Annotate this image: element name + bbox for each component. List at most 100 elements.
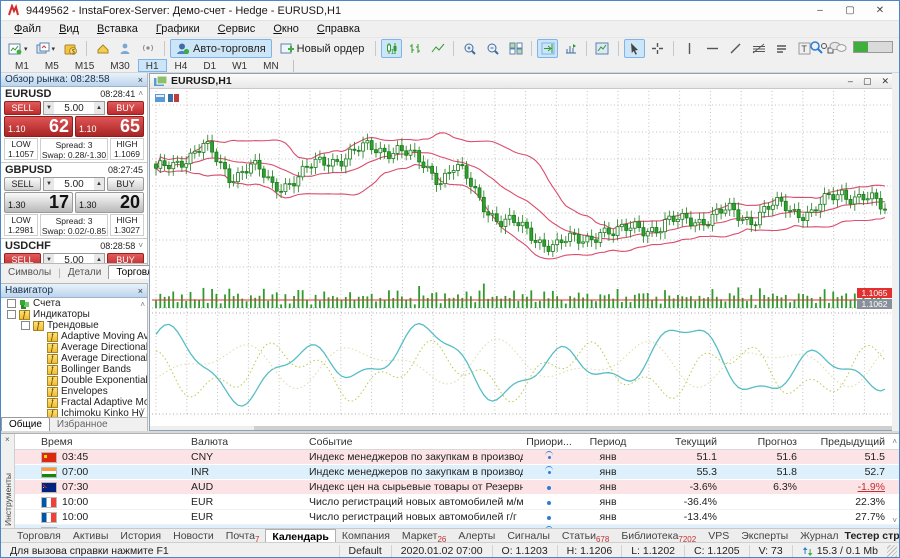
market-watch-toggle-button[interactable] [92, 39, 113, 58]
col-currency[interactable]: Валюта [191, 436, 309, 448]
stepper-up-icon[interactable]: ▲ [94, 102, 104, 114]
zoom-in-button[interactable] [459, 39, 480, 58]
price-chart[interactable] [150, 89, 893, 426]
close-button[interactable]: ✕ [865, 1, 895, 21]
data-window-button[interactable] [115, 39, 136, 58]
vertical-line-tool-button[interactable] [679, 39, 700, 58]
templates-button[interactable] [592, 39, 613, 58]
volume-value[interactable]: 5.00 [54, 102, 94, 114]
stepper-up-icon[interactable]: ▲ [94, 178, 104, 190]
timeframe-button[interactable]: H4 [167, 59, 196, 72]
tree-item[interactable]: Average Directional [1, 342, 147, 353]
minimize-button[interactable]: – [805, 1, 835, 21]
scroll-down-icon[interactable]: ˅ [140, 406, 145, 415]
bar-chart-button[interactable] [404, 39, 425, 58]
fibonacci-tool-button[interactable] [748, 39, 769, 58]
scroll-down-icon[interactable]: ˅ [138, 241, 143, 250]
tree-item[interactable]: Envelopes [1, 386, 147, 397]
col-priority[interactable]: Приори... [523, 436, 575, 448]
search-icon[interactable] [809, 40, 823, 54]
chart-canvas[interactable]: 1.1065 1.1062 [150, 89, 893, 426]
stepper-down-icon[interactable]: ▼ [44, 178, 54, 190]
new-chart-button[interactable]: ▾ [5, 39, 31, 58]
status-profile[interactable]: Default [339, 545, 391, 558]
history-center-button[interactable]: $ [60, 39, 81, 58]
ask-price-box[interactable]: 1.1065 [75, 116, 144, 137]
calendar-event-row[interactable]: 07:00 INR Индекс менеджеров по закупкам … [15, 465, 899, 480]
menu-item[interactable]: Вид [50, 22, 88, 36]
tree-item[interactable]: Average Directional [1, 353, 147, 364]
close-panel-icon[interactable]: × [138, 75, 143, 85]
timeframe-button[interactable]: M30 [102, 59, 137, 72]
tree-item[interactable]: Индикаторы [1, 309, 147, 320]
timeframe-button[interactable]: M15 [67, 59, 102, 72]
sell-button[interactable]: SELL [4, 101, 41, 115]
bottom-tab[interactable]: Журнал [794, 529, 844, 543]
timeframe-button[interactable]: M1 [7, 59, 37, 72]
chat-icon[interactable] [829, 41, 847, 54]
bottom-tab[interactable]: Библиотека7202 [615, 529, 702, 543]
bid-price-box[interactable]: 1.1062 [4, 116, 73, 137]
bottom-tab[interactable]: VPS [702, 529, 735, 543]
timeframe-button[interactable]: M5 [37, 59, 67, 72]
bottom-tab[interactable]: Маркет26 [396, 529, 452, 543]
new-order-button[interactable]: Новый ордер [274, 39, 371, 58]
col-actual[interactable]: Текущий [641, 436, 723, 448]
tree-item[interactable]: Double Exponential [1, 375, 147, 386]
bottom-tab[interactable]: Календарь [265, 529, 335, 543]
menu-item[interactable]: Справка [308, 22, 369, 36]
scroll-down-icon[interactable]: ˅ [892, 516, 897, 525]
col-event[interactable]: Событие [309, 436, 523, 448]
bottom-tab[interactable]: Сигналы [501, 529, 556, 543]
tree-expand-icon[interactable] [7, 299, 16, 308]
chart-shift-button[interactable] [537, 39, 558, 58]
col-previous[interactable]: Предыдущий [803, 436, 899, 448]
bottom-tab[interactable]: Активы [67, 529, 115, 543]
sell-button[interactable]: SELL [4, 177, 41, 191]
trendline-tool-button[interactable] [725, 39, 746, 58]
scroll-up-icon[interactable]: ˄ [138, 89, 143, 98]
tree-expand-icon[interactable] [7, 310, 16, 319]
bottom-tab[interactable]: Новости [167, 529, 220, 543]
buy-button[interactable]: BUY [107, 101, 144, 115]
tab-symbols[interactable]: Символы [1, 266, 58, 279]
calendar-event-row[interactable]: 10:00 EUR Число регистраций новых автомо… [15, 510, 899, 525]
profiles-button[interactable]: ▾ [33, 39, 59, 58]
tree-item[interactable]: Adaptive Moving Av [1, 331, 147, 342]
chart-title-bar[interactable]: EURUSD,H1 – ▢ ✕ [150, 74, 893, 89]
tree-item[interactable]: Ichimoku Kinko Hy [1, 408, 147, 417]
volume-stepper[interactable]: ▼5.00▲ [43, 101, 105, 115]
calendar-event-row[interactable]: 10:00 EUR Число регистраций новых автомо… [15, 495, 899, 510]
line-chart-button[interactable] [427, 39, 448, 58]
bottom-tab[interactable]: Статьи678 [556, 529, 615, 543]
ask-price-box[interactable]: 1.3020 [75, 192, 144, 213]
close-panel-icon[interactable]: × [5, 435, 10, 444]
tree-expand-icon[interactable] [21, 321, 30, 330]
timeframe-button[interactable]: MN [255, 59, 287, 72]
tab-common[interactable]: Общие [1, 417, 50, 431]
bottom-tab[interactable]: Почта7 [220, 529, 266, 543]
menu-item[interactable]: Графики [147, 22, 209, 36]
tree-item[interactable]: Bollinger Bands [1, 364, 147, 375]
volume-stepper[interactable]: ▼5.00▲ [43, 177, 105, 191]
timeframe-button[interactable]: H1 [138, 59, 167, 72]
tree-item[interactable]: Fractal Adaptive Mo [1, 397, 147, 408]
menu-item[interactable]: Вставка [88, 22, 147, 36]
strategy-tester-label[interactable]: Тестер стратегий [845, 530, 900, 542]
tab-favorites[interactable]: Избранное [50, 418, 115, 431]
bottom-tab[interactable]: История [114, 529, 167, 543]
menu-item[interactable]: Окно [264, 22, 308, 36]
calendar-event-row[interactable]: 03:45 CNY Индекс менеджеров по закупкам … [15, 450, 899, 465]
zoom-out-button[interactable] [482, 39, 503, 58]
close-panel-icon[interactable]: × [138, 286, 143, 296]
crosshair-tool-button[interactable] [647, 39, 668, 58]
col-period[interactable]: Период [575, 436, 641, 448]
bottom-tab[interactable]: Эксперты [735, 529, 794, 543]
maximize-button[interactable]: ▢ [835, 1, 865, 21]
cursor-tool-button[interactable] [624, 39, 645, 58]
menu-item[interactable]: Файл [5, 22, 50, 36]
signals-icon-button[interactable] [138, 39, 159, 58]
tree-item[interactable]: Трендовые [1, 320, 147, 331]
timeframe-button[interactable]: D1 [195, 59, 224, 72]
resize-grip[interactable] [887, 545, 897, 558]
